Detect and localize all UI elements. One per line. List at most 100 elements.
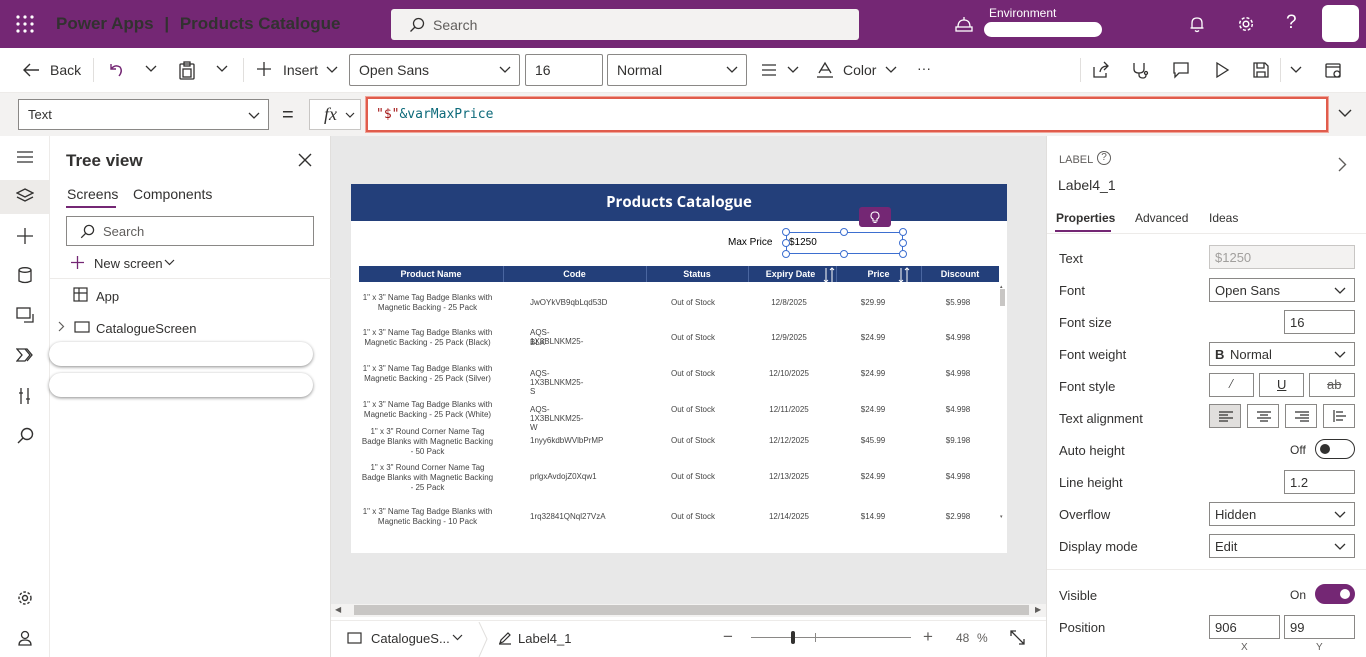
help-icon[interactable]: ? xyxy=(1097,151,1111,165)
search-icon[interactable] xyxy=(17,427,34,444)
font-size-input[interactable]: 16 xyxy=(525,54,603,86)
overflow-property-dropdown[interactable]: Hidden xyxy=(1209,502,1355,526)
insert-plus-icon[interactable] xyxy=(16,227,34,245)
power-automate-icon[interactable] xyxy=(16,347,34,363)
tab-screens[interactable]: Screens xyxy=(67,186,118,202)
max-price-label[interactable]: Max Price xyxy=(728,237,772,248)
property-dropdown[interactable]: Text xyxy=(18,99,269,130)
line-height-property-input[interactable]: 1.2 xyxy=(1284,470,1355,494)
tree-item-redacted[interactable] xyxy=(49,373,313,397)
save-icon[interactable] xyxy=(1252,61,1270,79)
position-y-input[interactable]: 99 xyxy=(1284,615,1355,639)
text-align-icon[interactable] xyxy=(761,63,777,77)
screen-selector[interactable]: CatalogueS... xyxy=(371,631,450,646)
screen-chevron-down-icon[interactable] xyxy=(452,634,463,641)
align-justify-button[interactable] xyxy=(1323,404,1355,428)
app-launcher-icon[interactable] xyxy=(16,15,34,33)
tab-components[interactable]: Components xyxy=(133,186,212,202)
tree-item-redacted[interactable] xyxy=(49,342,313,366)
resize-handle[interactable] xyxy=(782,250,790,258)
column-header-product-name[interactable]: Product Name xyxy=(359,266,503,282)
data-icon[interactable] xyxy=(18,267,32,284)
undo-chevron-down-icon[interactable] xyxy=(145,65,157,73)
resize-handle[interactable] xyxy=(899,239,907,247)
virtual-agent-icon[interactable] xyxy=(17,630,33,646)
resize-handle[interactable] xyxy=(840,228,848,236)
font-weight-dropdown[interactable]: Normal xyxy=(607,54,747,86)
column-header-discount[interactable]: Discount xyxy=(921,266,999,282)
fit-to-window-icon[interactable] xyxy=(1010,630,1025,645)
font-dropdown[interactable]: Open Sans xyxy=(349,54,520,86)
insert-button[interactable]: Insert xyxy=(283,62,318,78)
scroll-up-arrow-icon[interactable]: ▴ xyxy=(1000,284,1003,290)
canvas-scroll-thumb[interactable] xyxy=(354,605,1029,615)
chevron-right-icon[interactable] xyxy=(1338,157,1347,172)
back-button[interactable]: Back xyxy=(50,62,81,78)
max-price-value-label[interactable]: $1250 xyxy=(789,237,817,248)
new-screen-button[interactable]: New screen xyxy=(94,256,163,271)
paste-icon[interactable] xyxy=(178,61,196,80)
resize-handle[interactable] xyxy=(782,228,790,236)
gallery-scrollbar[interactable]: ▴ ▾ xyxy=(999,284,1007,522)
settings-gear-icon[interactable] xyxy=(17,590,33,606)
strikethrough-button[interactable]: ab xyxy=(1309,373,1355,397)
expand-formula-chevron-icon[interactable] xyxy=(1338,109,1352,118)
back-arrow-icon[interactable] xyxy=(22,62,40,78)
zoom-slider[interactable] xyxy=(751,637,911,638)
sort-icon[interactable] xyxy=(898,267,910,283)
control-name[interactable]: Label4_1 xyxy=(1058,177,1116,193)
plus-icon[interactable] xyxy=(256,61,272,77)
environment-icon[interactable] xyxy=(955,15,973,33)
tab-ideas[interactable]: Ideas xyxy=(1209,211,1238,225)
text-property-input[interactable]: $1250 xyxy=(1209,245,1355,269)
notifications-icon[interactable] xyxy=(1188,15,1206,33)
tree-item-cataloguescreen[interactable]: CatalogueScreen xyxy=(96,321,196,336)
auto-height-toggle[interactable] xyxy=(1315,439,1355,459)
tree-item-app[interactable]: App xyxy=(96,289,119,304)
share-icon[interactable] xyxy=(1092,61,1110,79)
scroll-right-arrow-icon[interactable]: ▶ xyxy=(1035,605,1041,614)
zoom-out-button[interactable]: − xyxy=(723,627,733,647)
control-breadcrumb[interactable]: Label4_1 xyxy=(518,631,572,646)
column-header-expiry-date[interactable]: Expiry Date xyxy=(748,266,833,282)
tab-advanced[interactable]: Advanced xyxy=(1135,211,1188,225)
sort-icon[interactable] xyxy=(823,267,835,283)
column-header-code[interactable]: Code xyxy=(503,266,646,282)
zoom-in-button[interactable]: + xyxy=(923,627,933,647)
underline-button[interactable]: U xyxy=(1259,373,1304,397)
hamburger-menu-icon[interactable] xyxy=(17,150,33,164)
visible-toggle[interactable] xyxy=(1315,584,1355,604)
resize-handle[interactable] xyxy=(899,228,907,236)
scroll-thumb[interactable] xyxy=(1000,289,1005,306)
scroll-left-arrow-icon[interactable]: ◀ xyxy=(335,605,341,614)
italic-button[interactable]: / xyxy=(1209,373,1254,397)
zoom-slider-thumb[interactable] xyxy=(790,631,795,644)
align-right-button[interactable] xyxy=(1285,404,1317,428)
formula-input[interactable]: "$"&varMaxPrice xyxy=(366,97,1328,132)
settings-icon[interactable] xyxy=(1237,15,1255,33)
function-button[interactable]: fx xyxy=(309,99,361,130)
avatar[interactable] xyxy=(1322,5,1359,42)
layers-tree-view-icon[interactable] xyxy=(16,188,34,204)
global-search-input[interactable]: Search xyxy=(391,9,859,40)
ideas-button[interactable] xyxy=(859,207,891,227)
display-mode-property-dropdown[interactable]: Edit xyxy=(1209,534,1355,558)
font-property-dropdown[interactable]: Open Sans xyxy=(1209,278,1355,302)
screen-header[interactable]: Products Catalogue xyxy=(351,184,1007,221)
close-icon[interactable] xyxy=(298,153,312,167)
environment-name[interactable] xyxy=(984,22,1102,37)
preview-play-icon[interactable] xyxy=(1213,61,1231,79)
save-chevron-down-icon[interactable] xyxy=(1290,66,1302,74)
position-x-input[interactable]: 906 xyxy=(1209,615,1280,639)
app-checker-icon[interactable] xyxy=(1131,61,1149,79)
tree-search-input[interactable]: Search xyxy=(66,216,314,246)
color-button[interactable]: Color xyxy=(843,62,876,78)
resize-handle[interactable] xyxy=(782,239,790,247)
resize-handle[interactable] xyxy=(840,250,848,258)
tab-properties[interactable]: Properties xyxy=(1056,211,1115,225)
resize-handle[interactable] xyxy=(899,250,907,258)
font-size-property-input[interactable]: 16 xyxy=(1284,310,1355,334)
paste-chevron-down-icon[interactable] xyxy=(216,65,228,73)
help-icon[interactable]: ? xyxy=(1286,12,1297,34)
comments-icon[interactable] xyxy=(1172,61,1190,79)
